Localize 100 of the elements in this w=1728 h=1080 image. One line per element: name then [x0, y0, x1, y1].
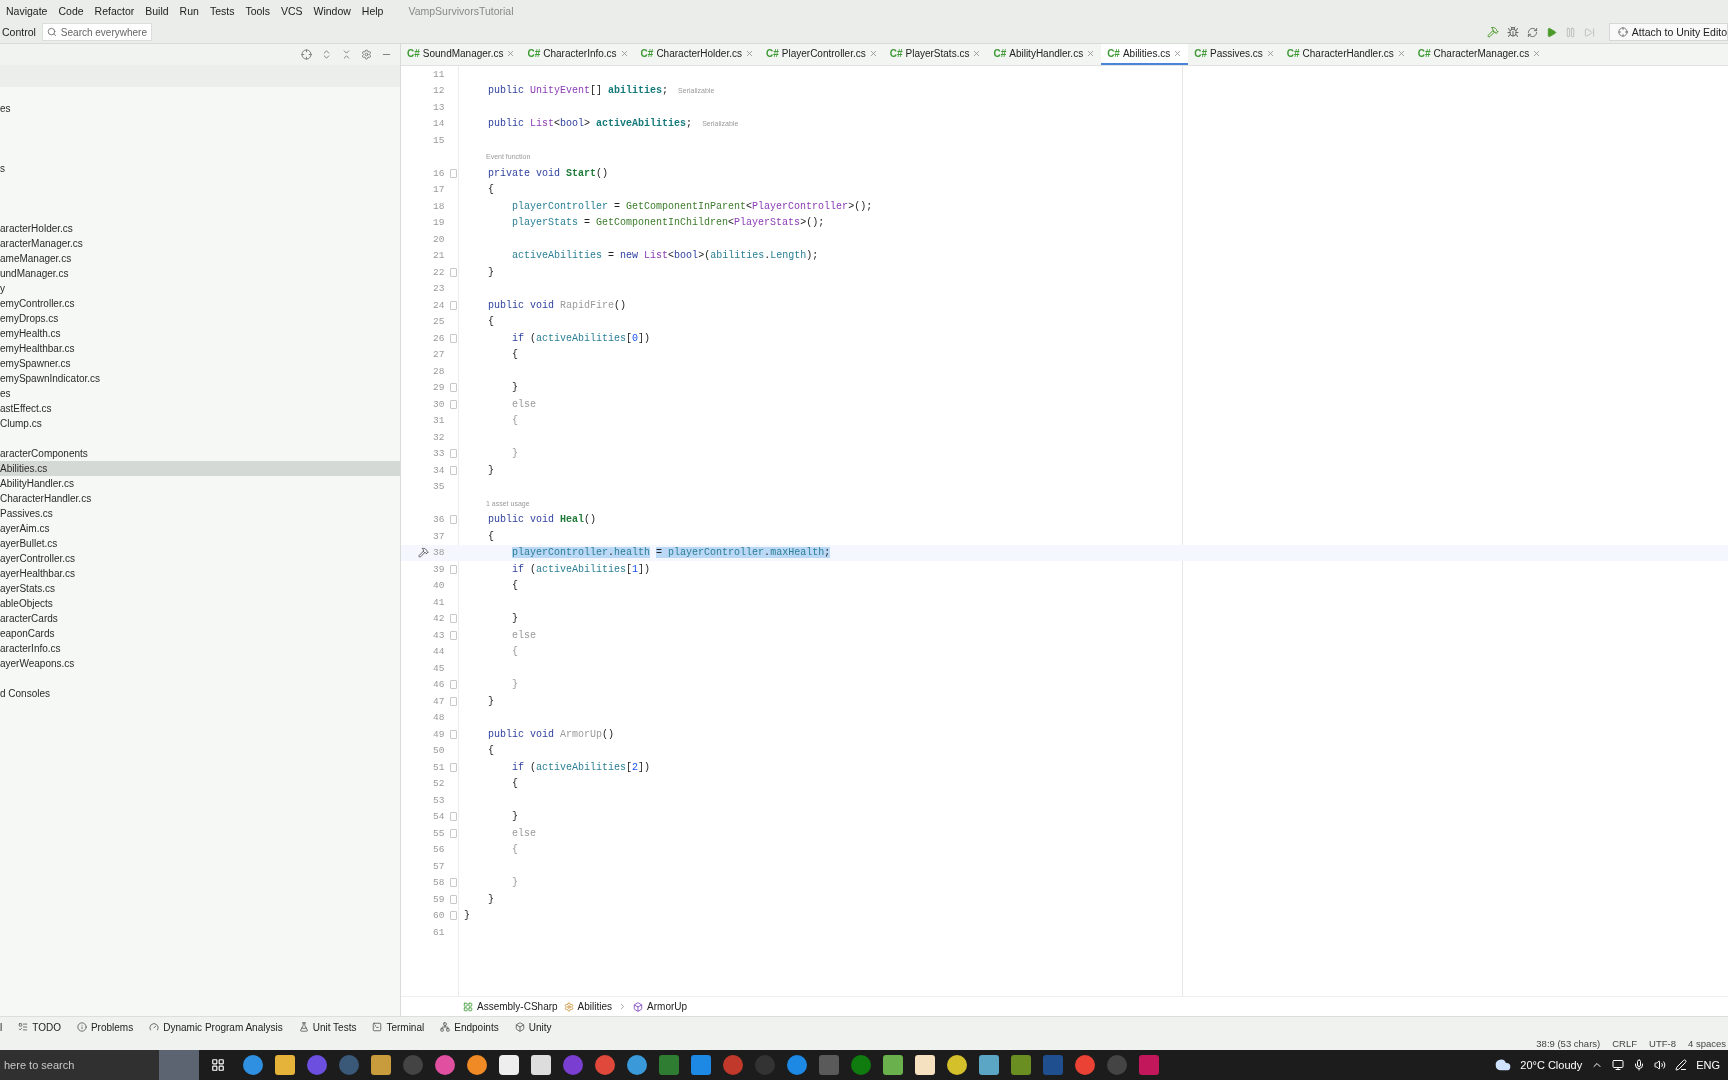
app-icon[interactable]	[1075, 1055, 1095, 1075]
tool-window-button[interactable]: Dynamic Program Analysis	[149, 1021, 283, 1033]
file-tab[interactable]: C# AbilityHandler.cs	[987, 44, 1102, 65]
file-tab[interactable]: C# CharacterHandler.cs	[1280, 44, 1412, 65]
refresh-icon[interactable]	[1526, 26, 1538, 38]
menu-item[interactable]: Refactor	[94, 4, 135, 17]
fold-marker[interactable]	[450, 812, 457, 822]
file-tab[interactable]: C# PlayerStats.cs	[883, 44, 988, 65]
fold-marker[interactable]	[450, 333, 457, 343]
tree-item[interactable]: ayerWeapons.cs	[0, 656, 400, 671]
status-item[interactable]: 38:9 (53 chars)	[1536, 1038, 1601, 1049]
menu-item[interactable]: Tools	[245, 4, 270, 17]
menu-item[interactable]: Window	[313, 4, 351, 17]
weather-text[interactable]: 20°C Cloudy	[1520, 1059, 1583, 1071]
fold-marker[interactable]	[450, 399, 457, 409]
expand-all-icon[interactable]	[321, 49, 332, 60]
breadcrumb-item[interactable]: Abilities	[563, 1001, 613, 1012]
toolbar-label[interactable]: Control	[0, 26, 42, 38]
file-tab[interactable]: C# Passives.cs	[1188, 44, 1281, 65]
close-icon[interactable]	[1265, 49, 1275, 58]
file-tab[interactable]: C# SoundManager.cs	[401, 44, 522, 65]
tree-item[interactable]: aracterHolder.cs	[0, 221, 400, 236]
close-icon[interactable]	[868, 49, 878, 58]
bug-icon[interactable]	[1506, 26, 1519, 38]
tree-item[interactable]: Clump.cs	[0, 416, 400, 431]
tree-item[interactable]: aracterComponents	[0, 446, 400, 461]
tree-item[interactable]: ayerController.cs	[0, 551, 400, 566]
fold-marker[interactable]	[450, 878, 457, 888]
microphone-icon[interactable]	[1633, 1059, 1646, 1071]
step-icon[interactable]	[1583, 26, 1595, 38]
close-icon[interactable]	[1173, 49, 1183, 58]
tree-item[interactable]: emyHealthbar.cs	[0, 341, 400, 356]
app-icon[interactable]	[499, 1055, 519, 1075]
tool-window-button[interactable]: l	[0, 1021, 3, 1033]
fold-marker[interactable]	[450, 630, 457, 640]
app-icon[interactable]	[467, 1055, 487, 1075]
fold-marker[interactable]	[450, 465, 457, 475]
tree-item[interactable]: ameManager.cs	[0, 251, 400, 266]
fold-marker[interactable]	[450, 300, 457, 310]
file-tab[interactable]: C# Abilities.cs	[1101, 44, 1189, 65]
close-icon[interactable]	[972, 49, 982, 58]
tree-item[interactable]: es	[0, 101, 400, 116]
fold-marker[interactable]	[450, 515, 457, 525]
language-indicator[interactable]: ENG	[1696, 1059, 1720, 1071]
play-icon[interactable]	[1545, 26, 1557, 38]
close-icon[interactable]	[1086, 49, 1096, 58]
file-tab[interactable]: C# CharacterManager.cs	[1411, 44, 1548, 65]
fold-marker[interactable]	[450, 729, 457, 739]
tree-item[interactable]: emyController.cs	[0, 296, 400, 311]
speaker-icon[interactable]	[1654, 1059, 1667, 1071]
menu-item[interactable]: Navigate	[6, 4, 48, 17]
status-item[interactable]: CRLF	[1612, 1038, 1638, 1049]
app-icon[interactable]	[787, 1055, 807, 1075]
tree-item[interactable]: aracterCards	[0, 611, 400, 626]
fold-marker[interactable]	[450, 614, 457, 624]
tree-item[interactable]: emySpawnIndicator.cs	[0, 371, 400, 386]
app-icon[interactable]	[627, 1055, 647, 1075]
locate-icon[interactable]	[301, 49, 312, 60]
tool-window-button[interactable]: Endpoints	[440, 1021, 499, 1033]
file-tab[interactable]: C# CharacterInfo.cs	[521, 44, 635, 65]
menu-item[interactable]: VCS	[280, 4, 303, 17]
close-icon[interactable]	[506, 49, 516, 58]
tree-item[interactable]: astEffect.cs	[0, 401, 400, 416]
fold-marker[interactable]	[450, 449, 457, 459]
close-icon[interactable]	[1396, 49, 1406, 58]
menu-item[interactable]: Code	[58, 4, 84, 17]
close-icon[interactable]	[619, 49, 629, 58]
taskbar-search-field[interactable]: here to search	[0, 1050, 159, 1080]
tree-item[interactable]: eaponCards	[0, 626, 400, 641]
tree-item[interactable]: undManager.cs	[0, 266, 400, 281]
tree-item[interactable]: ableObjects	[0, 596, 400, 611]
breadcrumb-item[interactable]: ArmorUp	[633, 1001, 688, 1012]
tool-window-button[interactable]: Problems	[76, 1021, 134, 1033]
fold-marker[interactable]	[450, 911, 457, 921]
tree-item[interactable]: ayerStats.cs	[0, 581, 400, 596]
tree-item[interactable]: emySpawner.cs	[0, 356, 400, 371]
tree-item[interactable]: CharacterHandler.cs	[0, 491, 400, 506]
status-item[interactable]: 4 spaces	[1687, 1038, 1726, 1049]
tree-item[interactable]: ayerBullet.cs	[0, 536, 400, 551]
app-icon[interactable]	[947, 1055, 967, 1075]
tree-item[interactable]: emyHealth.cs	[0, 326, 400, 341]
app-icon[interactable]	[595, 1055, 615, 1075]
menu-item[interactable]: Run	[179, 4, 199, 17]
hammer-icon[interactable]	[1486, 26, 1499, 38]
search-field[interactable]: Search everywhere	[42, 23, 152, 41]
fold-marker[interactable]	[450, 564, 457, 574]
close-icon[interactable]	[745, 49, 754, 58]
file-tab[interactable]: C# CharacterHolder.cs	[634, 44, 760, 65]
monitor-icon[interactable]	[1612, 1059, 1625, 1071]
settings-icon[interactable]	[361, 49, 372, 60]
breadcrumb-item[interactable]: Assembly-CSharp	[463, 1001, 558, 1012]
close-icon[interactable]	[1532, 49, 1542, 58]
task-view-icon[interactable]	[211, 1058, 225, 1072]
fold-marker[interactable]	[450, 894, 457, 904]
tree-item[interactable]: Passives.cs	[0, 506, 400, 521]
tree-item[interactable]: y	[0, 281, 400, 296]
tree-item[interactable]: aracterManager.cs	[0, 236, 400, 251]
tree-item[interactable]: emyDrops.cs	[0, 311, 400, 326]
pause-icon[interactable]	[1564, 26, 1576, 38]
tree-item[interactable]: d Consoles	[0, 686, 400, 701]
